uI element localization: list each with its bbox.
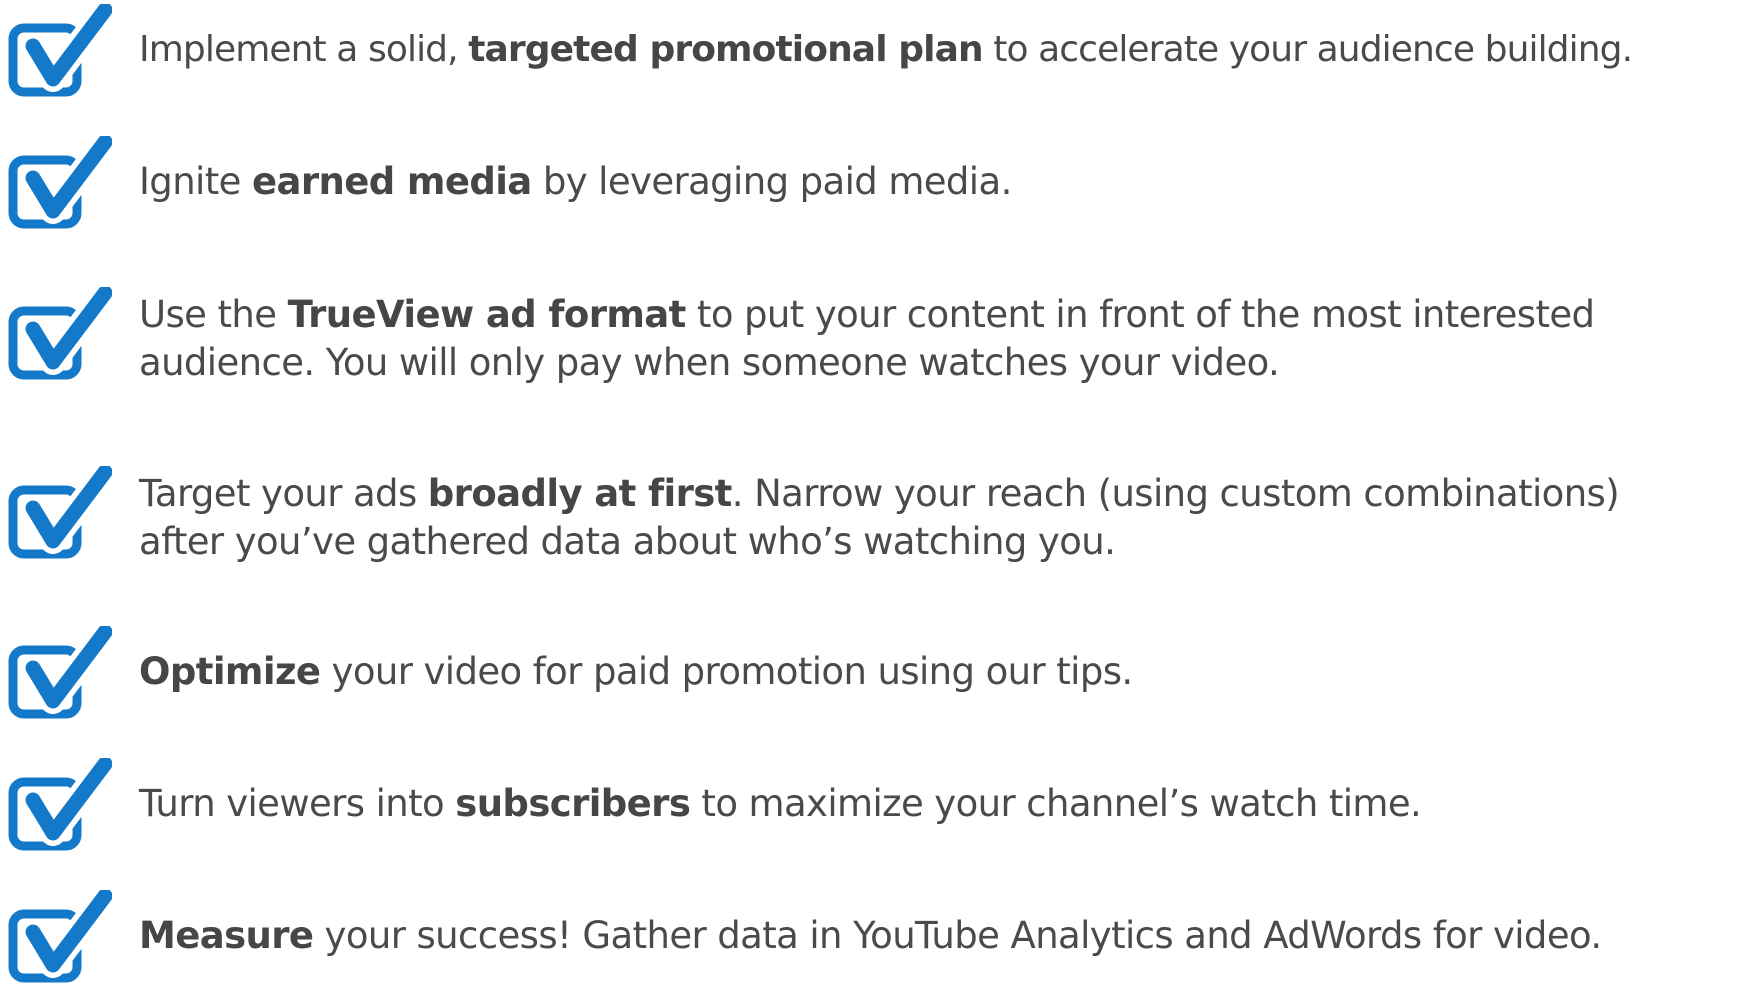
list-item-text: Measure your success! Gather data in You… xyxy=(139,914,1602,957)
checked-box-icon xyxy=(8,758,112,854)
checked-box-icon xyxy=(8,626,112,722)
list-item-text: Ignite earned media by leveraging paid m… xyxy=(139,160,1012,203)
checklist: Implement a solid, targeted promotional … xyxy=(0,0,1739,983)
checked-box-icon xyxy=(8,287,112,383)
list-item-text: Implement a solid, targeted promotional … xyxy=(139,29,1633,70)
list-item-text: Target your ads broadly at first. Narrow… xyxy=(139,472,1620,563)
list-item-text: Turn viewers into subscribers to maximiz… xyxy=(139,782,1422,825)
checked-box-icon xyxy=(8,890,112,986)
checked-box-icon xyxy=(8,136,112,232)
list-item-text: Use the TrueView ad format to put your c… xyxy=(139,293,1595,384)
list-item-text: Optimize your video for paid promotion u… xyxy=(139,650,1133,693)
checked-box-icon xyxy=(8,466,112,562)
checked-box-icon xyxy=(8,4,112,100)
